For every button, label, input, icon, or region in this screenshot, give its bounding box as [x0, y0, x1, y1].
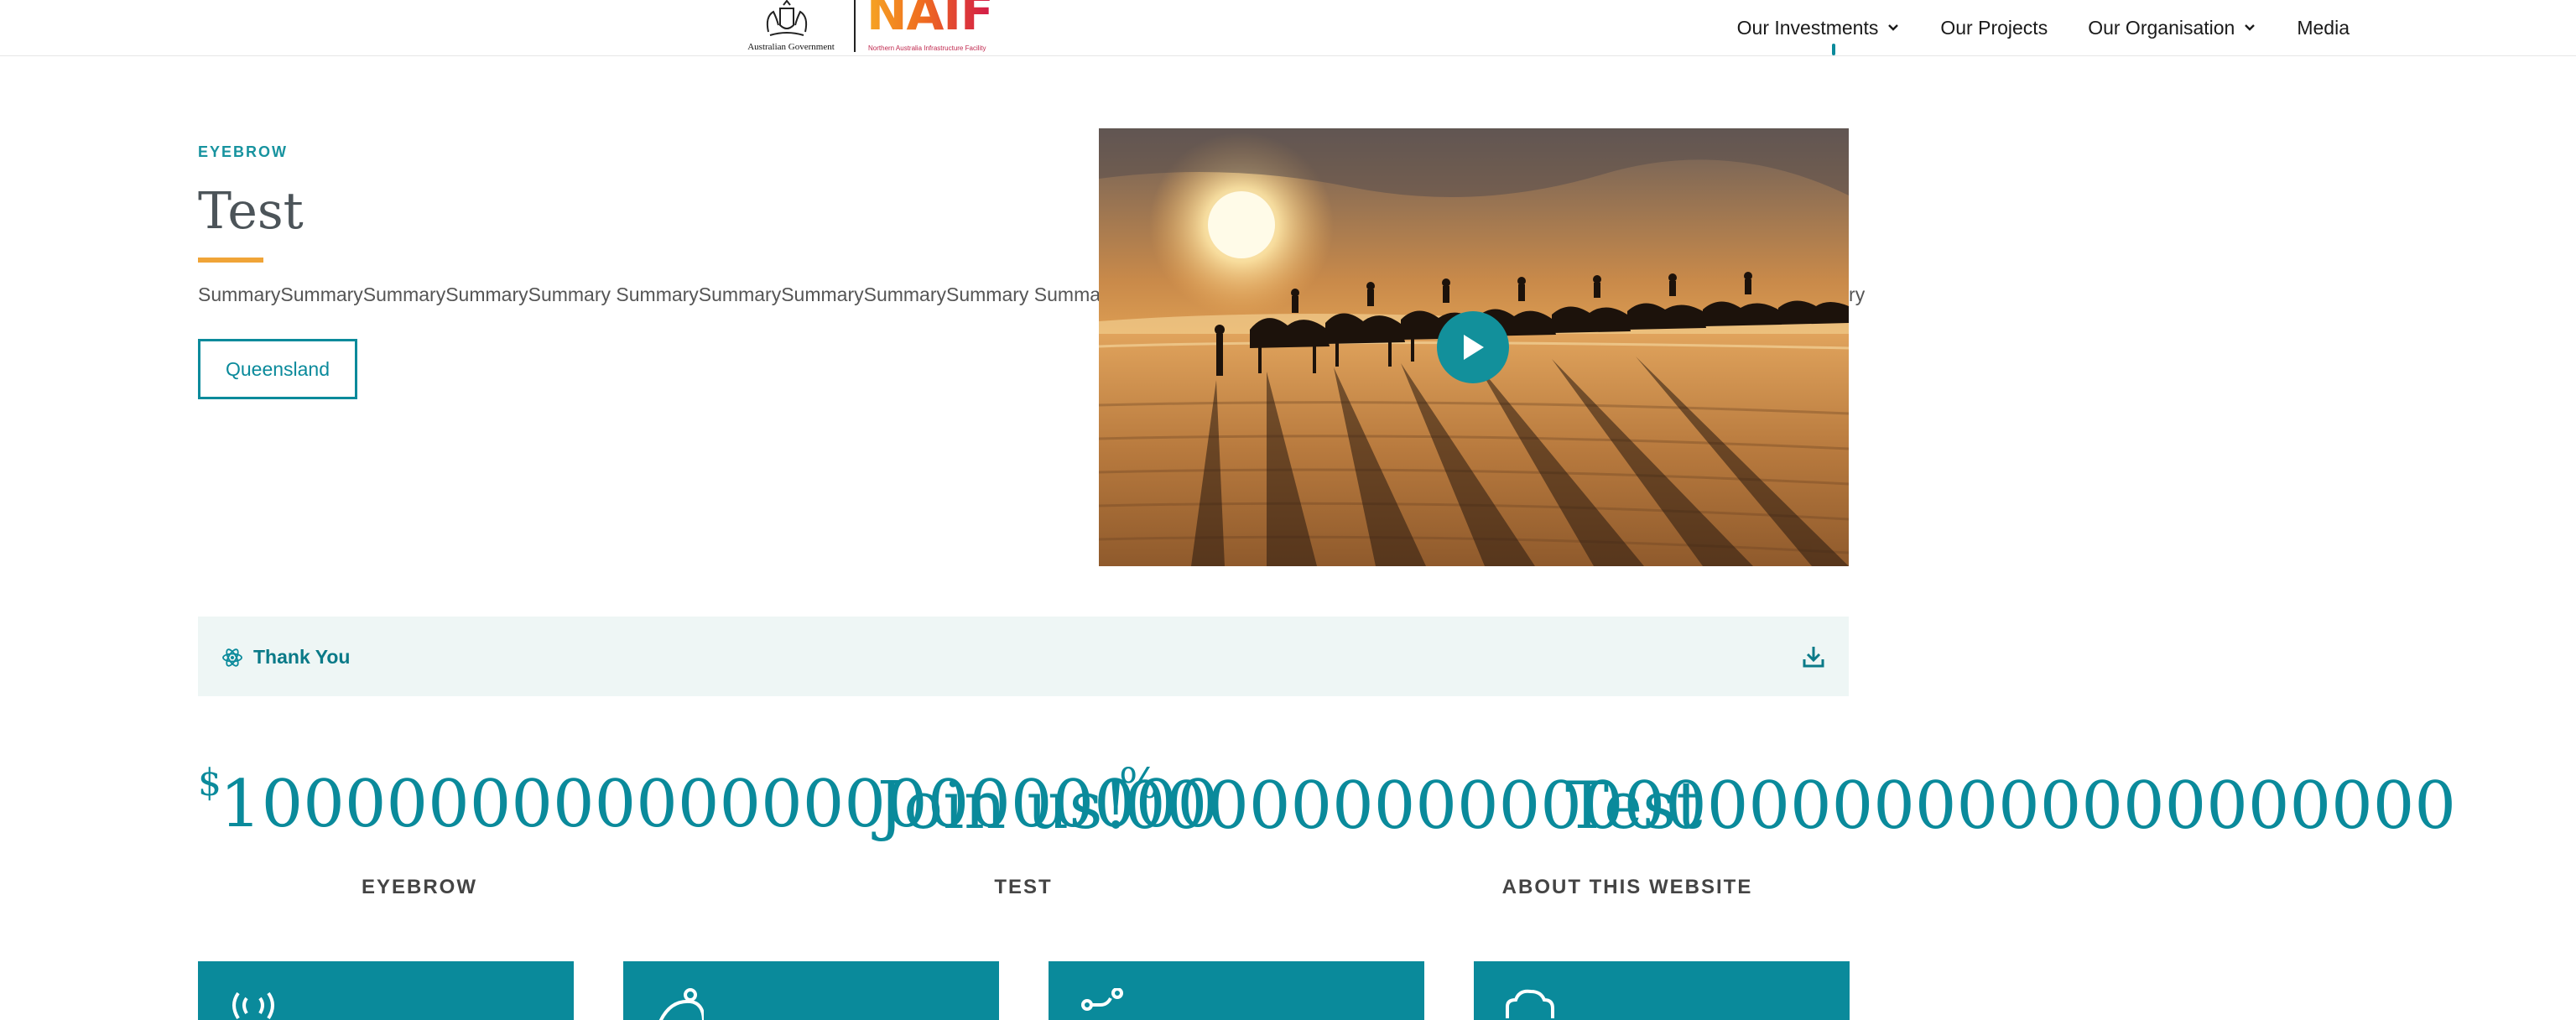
nav-media[interactable]: Media [2297, 17, 2350, 39]
nav-label: Our Investments [1736, 16, 1879, 39]
region-tag-button[interactable]: Queensland [198, 339, 357, 399]
nav-our-projects[interactable]: Our Projects [1940, 17, 2048, 39]
main-nav: Our Investments Our Projects Our Organis… [1737, 0, 2350, 55]
stat-value-2: Join us! [877, 768, 1129, 844]
download-label: Thank You [253, 646, 351, 668]
stat-overflow-digits: 00000000000000000000000000000000 [1124, 768, 2457, 844]
stat-value-3: Test [1565, 768, 1703, 844]
person-icon [658, 988, 704, 1020]
stat-label-1: EYEBROW [361, 876, 477, 898]
nav-our-investments[interactable]: Our Investments [1737, 17, 1901, 39]
title-underline [198, 258, 263, 263]
chevron-down-icon [2245, 24, 2256, 31]
feature-card-2[interactable] [623, 961, 999, 1020]
nav-label: Our Organisation [2088, 16, 2235, 39]
feature-card-1[interactable] [198, 961, 574, 1020]
nav-label: Our Projects [1940, 16, 2048, 39]
route-icon [1081, 988, 1123, 1011]
nav-label: Media [2297, 16, 2350, 39]
stat-label-2: TEST [994, 876, 1053, 898]
page-title: Test [198, 182, 304, 241]
site-header: Australian Government NAIF Northern Aust… [0, 0, 2576, 56]
cloud-icon [1506, 989, 1554, 1018]
gov-text: Australian Government [747, 42, 835, 52]
stat-label-3: ABOUT THIS WEBSITE [1501, 876, 1753, 898]
play-button[interactable] [1437, 311, 1509, 383]
feature-card-4[interactable] [1474, 961, 1850, 1020]
download-icon[interactable] [1802, 644, 1825, 669]
hero-eyebrow: EYEBROW [198, 143, 289, 160]
play-icon [1464, 335, 1484, 360]
brand-mark: NAIF [866, 0, 994, 37]
feature-card-3[interactable] [1049, 961, 1424, 1020]
logo-divider [854, 0, 856, 52]
atom-icon [222, 648, 242, 667]
nav-our-organisation[interactable]: Our Organisation [2088, 17, 2256, 39]
brand-subtitle: Northern Australia Infrastructure Facili… [868, 44, 986, 52]
stat-currency-prefix: $ [198, 762, 221, 804]
signal-icon [232, 991, 274, 1020]
download-item[interactable]: Thank You [198, 617, 1849, 696]
chevron-down-icon [1888, 24, 1899, 31]
coat-of-arms-icon [766, 0, 808, 36]
scroll-indicator [1832, 44, 1835, 55]
